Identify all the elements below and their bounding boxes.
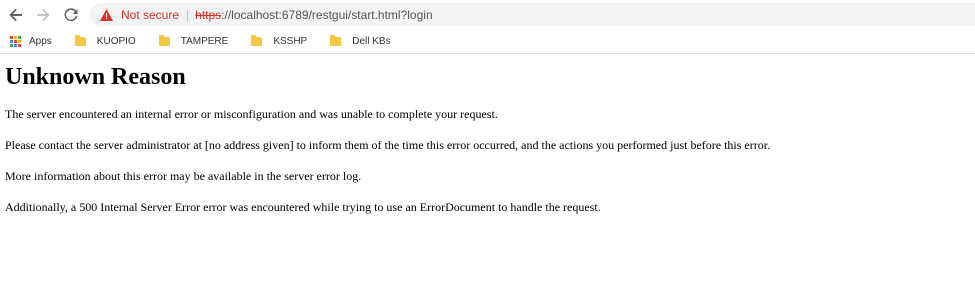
error-paragraph: Additionally, a 500 Internal Server Erro…	[5, 200, 601, 214]
folder-icon	[251, 34, 263, 46]
browser-toolbar: Not secure | https ://localhost:6789/res…	[0, 0, 975, 29]
bookmark-label: Apps	[29, 35, 52, 47]
page-content: Unknown Reason The server encountered an…	[0, 64, 975, 215]
bookmark-tampere[interactable]: TAMPERE	[158, 34, 229, 47]
address-bar[interactable]: Not secure | https ://localhost:6789/res…	[90, 3, 975, 26]
address-separator: |	[186, 7, 190, 22]
url-scheme: https	[195, 7, 222, 22]
bookmark-dell-kbs[interactable]: Dell KBs	[330, 34, 391, 47]
forward-arrow-icon[interactable]	[32, 4, 54, 26]
bookmark-apps[interactable]: Apps	[0, 35, 52, 47]
bookmark-kuopio[interactable]: KUOPIO	[74, 34, 136, 47]
error-paragraph: The server encountered an internal error…	[5, 107, 498, 121]
bookmarks-bar: Apps KUOPIO TAMPERE KSSHP Dell KBs	[0, 29, 975, 54]
error-paragraph: More information about this error may be…	[5, 169, 362, 183]
security-status-label[interactable]: Not secure	[121, 8, 179, 22]
error-paragraph: Please contact the server administrator …	[5, 138, 771, 152]
page-title: Unknown Reason	[5, 64, 186, 90]
bookmark-label: TAMPERE	[180, 35, 229, 47]
url-text: ://localhost:6789/restgui/start.html?log…	[221, 7, 433, 22]
bookmark-ksshp[interactable]: KSSHP	[251, 34, 308, 47]
bookmark-label: Dell KBs	[352, 35, 391, 47]
folder-icon	[158, 34, 170, 46]
bookmark-label: KUOPIO	[96, 35, 136, 47]
warning-triangle-icon[interactable]	[100, 8, 114, 22]
bookmark-label: KSSHP	[273, 35, 308, 47]
folder-icon	[330, 34, 342, 46]
back-arrow-icon[interactable]	[5, 4, 27, 26]
folder-icon	[74, 34, 86, 46]
reload-icon[interactable]	[60, 4, 82, 26]
apps-grid-icon	[10, 35, 21, 47]
